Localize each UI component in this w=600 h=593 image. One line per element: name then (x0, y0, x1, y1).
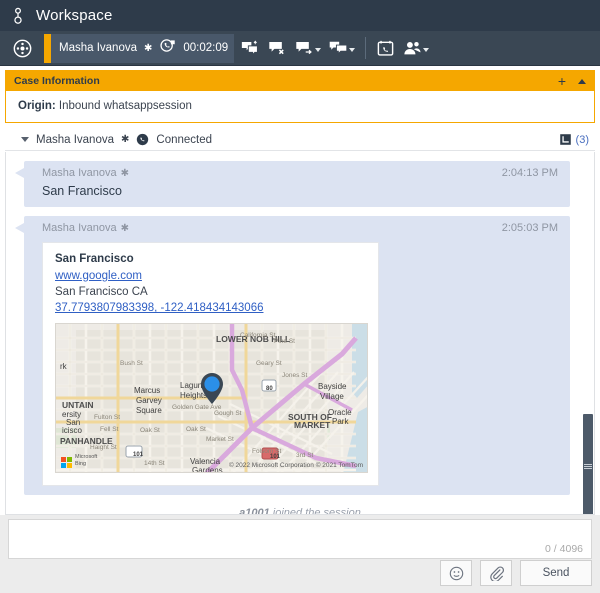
map-provider-name: Microsoft (75, 454, 97, 460)
session-note-count: (3) (576, 134, 589, 146)
scrollbar-thumb[interactable] (583, 414, 593, 515)
microsoft-logo-icon (61, 455, 72, 466)
composer-actions: Send (440, 560, 592, 586)
case-information-panel: Case Information + Origin: Inbound whats… (5, 70, 595, 123)
system-message-actor: a1001 (239, 507, 270, 515)
case-field-origin: Origin: Inbound whatsappsession (18, 100, 584, 112)
composer-input-wrap[interactable]: 0 / 4096 (8, 519, 592, 559)
session-party-name: Masha Ivanova (36, 134, 114, 146)
paperclip-icon[interactable] (480, 560, 512, 586)
chevron-up-icon[interactable] (578, 79, 586, 84)
location-coordinates-link[interactable]: 37.7793807983398, -122.418434143066 (55, 302, 366, 314)
whatsapp-icon (159, 37, 176, 59)
message-input[interactable] (9, 520, 591, 558)
message-sender: Masha Ivanova ✱ (42, 167, 129, 179)
chevron-down-icon[interactable] (423, 48, 429, 52)
map-provider-sub: Bing (75, 461, 86, 467)
whatsapp-icon (136, 133, 149, 146)
emoji-icon[interactable] (440, 560, 472, 586)
party-marker-icon: ✱ (144, 43, 152, 54)
location-map[interactable]: LOWER NOB HILLSOUTH OFMARKETPANHANDLEUNT… (55, 323, 368, 473)
interaction-toolbar: Masha Ivanova ✱ 00:02:09 (0, 31, 600, 66)
chevron-down-icon[interactable] (21, 137, 29, 142)
character-counter: 0 / 4096 (545, 543, 583, 555)
chevron-down-icon[interactable] (315, 48, 321, 52)
message-bubble: Masha Ivanova ✱ 2:04:13 PM San Francisco (24, 161, 570, 207)
message-bubble: Masha Ivanova ✱ 2:05:03 PM San Francisco… (24, 216, 570, 495)
case-information-body: Origin: Inbound whatsappsession (6, 91, 594, 122)
transfer-consult-icon[interactable] (238, 37, 263, 59)
add-participant-icon[interactable] (400, 37, 432, 59)
session-party-marker-icon: ✱ (121, 134, 129, 145)
message-composer: 0 / 4096 Send (0, 515, 600, 593)
sender-marker-icon: ✱ (121, 223, 129, 234)
system-message: a1001 joined the session (6, 507, 594, 515)
session-status: Connected (156, 134, 212, 146)
sender-marker-icon: ✱ (121, 168, 129, 179)
transcript-scrollbar[interactable] (581, 152, 594, 514)
workspace-logo-icon (9, 7, 27, 25)
message-timestamp: 2:04:13 PM (502, 167, 558, 179)
message-item: Masha Ivanova ✱ 2:05:03 PM San Francisco… (24, 216, 570, 495)
case-field-value: Inbound whatsappsession (59, 100, 192, 112)
message-text: San Francisco (42, 184, 558, 198)
transcript-panel: Masha Ivanova ✱ 2:04:13 PM San Francisco… (5, 152, 595, 515)
add-case-field-button[interactable]: + (558, 74, 566, 88)
agent-avatar-icon[interactable] (0, 39, 44, 58)
scrollbar-grip-icon (584, 464, 592, 469)
conference-chat-icon[interactable] (326, 37, 358, 59)
location-address: San Francisco CA (55, 286, 366, 298)
app-title: Workspace (36, 7, 113, 24)
message-timestamp: 2:05:03 PM (502, 222, 558, 234)
notepad-icon[interactable] (559, 133, 572, 146)
message-sender: Masha Ivanova ✱ (42, 222, 129, 234)
location-url-link[interactable]: www.google.com (55, 270, 366, 282)
case-information-header: Case Information + (6, 71, 594, 91)
schedule-callback-icon[interactable] (373, 37, 398, 59)
party-name: Masha Ivanova (59, 42, 137, 54)
send-button[interactable]: Send (520, 560, 592, 586)
bing-logo: Microsoft Bing (61, 454, 97, 467)
call-timer: 00:02:09 (183, 42, 228, 54)
toolbar-actions (234, 37, 432, 59)
active-party-strip[interactable]: Masha Ivanova ✱ 00:02:09 (44, 34, 234, 63)
title-bar: Workspace (0, 0, 600, 31)
case-information-title: Case Information (14, 75, 100, 87)
forward-chat-icon[interactable] (292, 37, 324, 59)
chevron-down-icon[interactable] (349, 48, 355, 52)
system-message-text: joined the session (270, 507, 361, 515)
session-header: Masha Ivanova ✱ Connected (3) (5, 129, 595, 151)
message-item: Masha Ivanova ✱ 2:04:13 PM San Francisco (24, 161, 570, 207)
map-copyright: © 2022 Microsoft Corporation © 2021 TomT… (229, 462, 363, 469)
toolbar-divider (365, 37, 366, 59)
location-title: San Francisco (55, 253, 366, 265)
location-card: San Francisco www.google.com San Francis… (42, 242, 379, 486)
end-chat-icon[interactable] (265, 37, 290, 59)
case-field-label: Origin: (18, 100, 56, 112)
map-location-pin-icon (199, 372, 225, 405)
